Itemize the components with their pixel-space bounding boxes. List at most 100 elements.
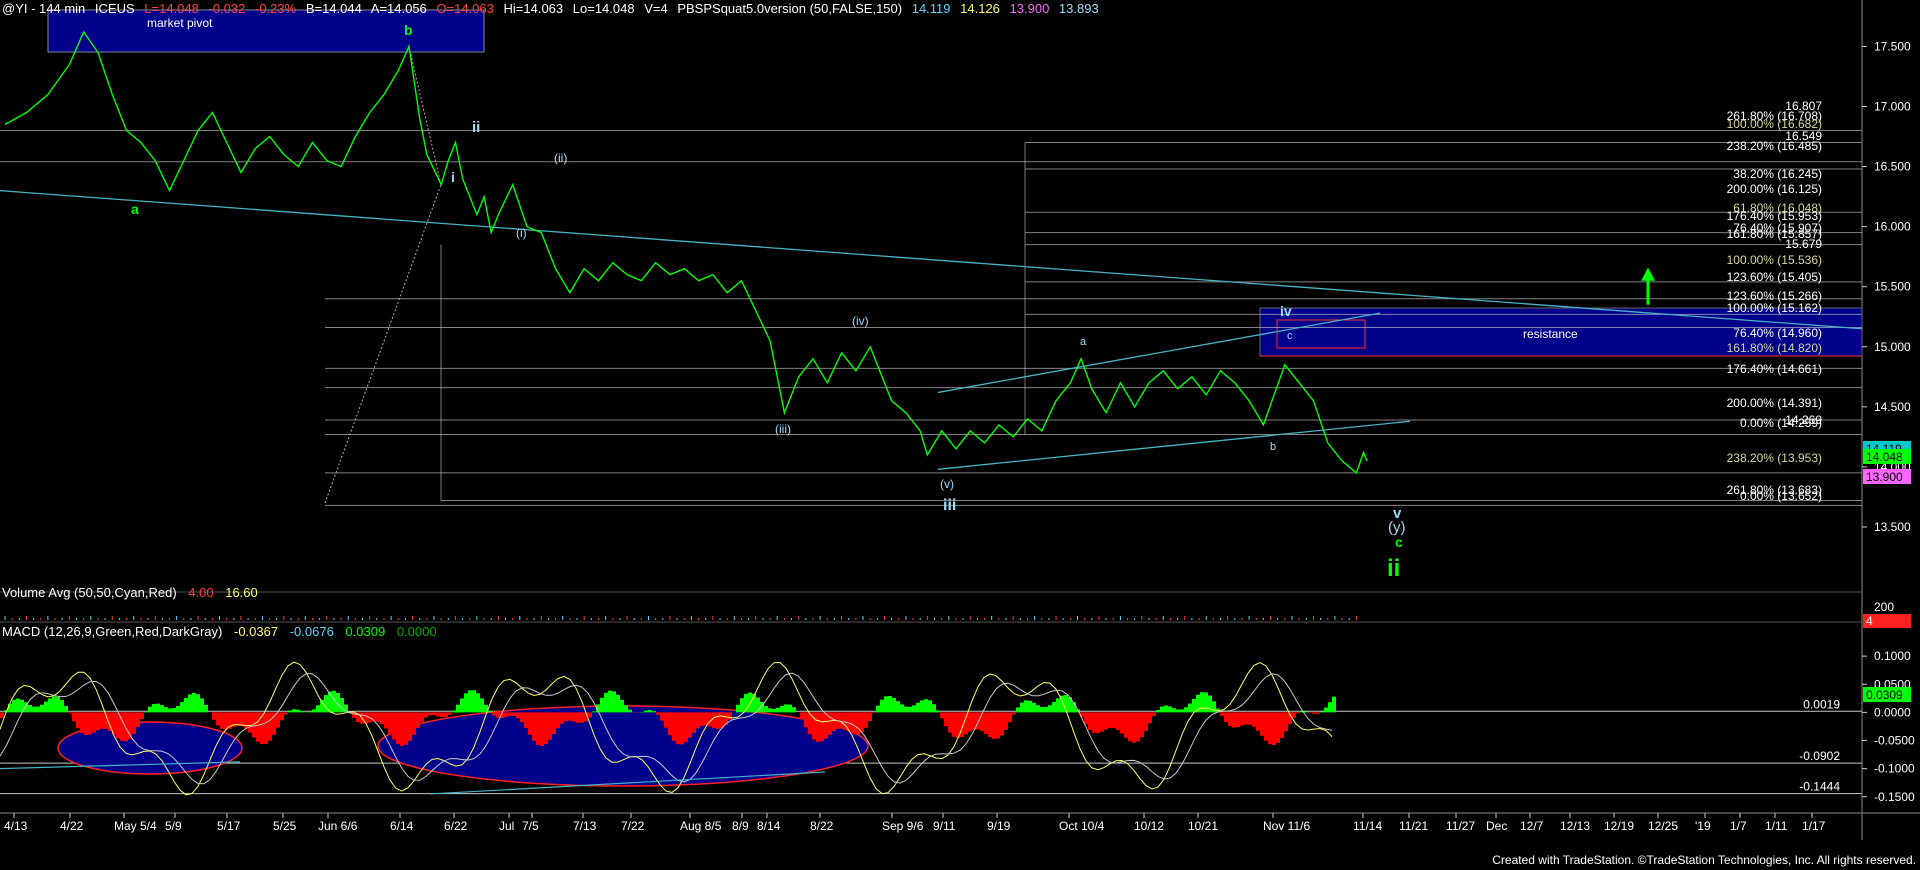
macd-histogram-bar xyxy=(992,712,996,739)
macd-histogram-bar xyxy=(984,712,988,734)
macd-tick-label: -0.0500 xyxy=(1874,734,1915,748)
macd-histogram-bar xyxy=(1240,712,1244,726)
macd-histogram-bar xyxy=(76,712,80,729)
macd-histogram-bar xyxy=(1152,712,1156,716)
x-tick-label: 8/9 xyxy=(732,819,749,833)
macd-histogram-bar xyxy=(748,692,752,713)
macd-histogram-bar xyxy=(1176,709,1180,713)
macd-histogram-bar xyxy=(52,696,56,713)
macd-histogram-bar xyxy=(436,712,440,717)
macd-study-label[interactable]: MACD (12,26,9,Green,Red,DarkGray) xyxy=(2,624,222,639)
macd-histogram-bar xyxy=(1084,712,1088,725)
macd-histogram-bar xyxy=(1204,692,1208,713)
macd-histogram-bar xyxy=(944,712,948,727)
macd-histogram-bar xyxy=(1144,712,1148,731)
macd-histogram-bar xyxy=(164,707,168,713)
volume-axis-label: 200 xyxy=(1874,600,1894,614)
macd-histogram-bar xyxy=(644,710,648,713)
macd-histogram-bar xyxy=(716,712,720,729)
market-pivot-label: market pivot xyxy=(147,16,213,30)
x-tick-label: 5/25 xyxy=(273,819,297,833)
macd-histogram-bar xyxy=(1268,712,1272,745)
macd-histogram-bar xyxy=(480,698,484,713)
macd-histogram-bar xyxy=(28,704,32,713)
macd-histogram-bar xyxy=(616,694,620,713)
macd-histogram-bar xyxy=(996,712,1000,739)
macd-tag-label: 0.0309 xyxy=(1866,688,1903,702)
macd-histogram-bar xyxy=(460,698,464,713)
x-tick-label: 12/19 xyxy=(1604,819,1634,833)
volume-study-label[interactable]: Volume Avg (50,50,Cyan,Red) xyxy=(2,585,177,600)
macd-histogram-bar xyxy=(904,706,908,713)
x-tick-label: 10/12 xyxy=(1134,819,1164,833)
macd-histogram-bar xyxy=(192,692,196,713)
macd-histogram-bar xyxy=(544,712,548,745)
macd-histogram-bar xyxy=(516,712,520,719)
macd-histogram-bar xyxy=(1116,712,1120,731)
market-pivot-box xyxy=(47,9,485,53)
fib-level-label: 200.00% (14.391) xyxy=(1727,396,1822,410)
macd-histogram-bar xyxy=(580,712,584,724)
macd-histogram-bar xyxy=(80,712,84,733)
macd-histogram-bar xyxy=(464,693,468,713)
wave-label: b xyxy=(1270,441,1276,453)
macd-histogram-bar xyxy=(1260,712,1264,736)
macd-histogram-bar xyxy=(296,709,300,713)
y-tick-label: 16.500 xyxy=(1874,160,1911,174)
macd-histogram-bar xyxy=(592,711,596,713)
macd-histogram-bar xyxy=(688,712,692,738)
x-tick-label: May 5/4 xyxy=(114,819,157,833)
macd-histogram-bar xyxy=(620,699,624,713)
macd-histogram-bar xyxy=(56,696,60,713)
y-tick-label: 14.500 xyxy=(1874,400,1911,414)
macd-histogram-bar xyxy=(1312,712,1316,714)
macd-histogram-bar xyxy=(448,712,452,715)
macd-histogram-bar xyxy=(160,705,164,713)
macd-histogram-bar xyxy=(1156,710,1160,713)
x-tick-label: 1/17 xyxy=(1802,819,1826,833)
ask-value: A=14.056 xyxy=(370,1,427,16)
macd-histogram-bar xyxy=(948,712,952,733)
macd-histogram-bar xyxy=(608,690,612,713)
macd-histogram-bar xyxy=(284,712,288,715)
study-label[interactable]: PBSPSquat5.0version (50,FALSE,150) xyxy=(677,1,902,16)
macd-histogram-bar xyxy=(980,712,984,732)
macd-histogram-bar xyxy=(8,703,12,713)
macd-histogram-bar xyxy=(764,705,768,713)
macd-histogram-bar xyxy=(300,711,304,713)
macd-histogram-bar xyxy=(1224,712,1228,723)
macd-histogram-bar xyxy=(664,712,668,728)
macd-histogram-bar xyxy=(428,712,432,716)
x-tick-label: Jun 6/6 xyxy=(318,819,358,833)
macd-histogram-bar xyxy=(16,698,20,713)
macd-histogram-bar xyxy=(1044,706,1048,713)
symbol-label[interactable]: @YI - 144 min xyxy=(2,1,85,16)
macd-histogram-bar xyxy=(100,712,104,729)
macd-histogram-bar xyxy=(176,705,180,713)
fib-level-label: 161.80% (14.820) xyxy=(1727,341,1822,355)
macd-histogram-bar xyxy=(96,712,100,731)
macd-histogram-bar xyxy=(1180,709,1184,713)
macd-histogram-bar xyxy=(88,712,92,735)
wave-label: c xyxy=(1287,330,1293,342)
macd-histogram-bar xyxy=(1168,706,1172,713)
volume-value: V=4 xyxy=(644,1,668,16)
y-tick-label: 16.000 xyxy=(1874,220,1911,234)
fib-level-label: 123.60% (15.405) xyxy=(1727,270,1822,284)
macd-histogram-bar xyxy=(504,712,508,718)
macd-histogram-bar xyxy=(832,712,836,732)
macd-histogram-bar xyxy=(1184,707,1188,713)
macd-value-1: -0.0367 xyxy=(233,624,279,639)
macd-histogram-bar xyxy=(804,712,808,728)
x-tick-label: 9/11 xyxy=(933,819,956,833)
macd-histogram-bar xyxy=(612,691,616,713)
macd-histogram-bar xyxy=(816,712,820,742)
macd-histogram-bar xyxy=(684,712,688,742)
macd-histogram-bar xyxy=(1032,702,1036,713)
macd-histogram-bar xyxy=(628,709,632,713)
macd-histogram-bar xyxy=(1328,702,1332,713)
fib-level-label: 238.20% (13.953) xyxy=(1727,451,1822,465)
macd-histogram-bar xyxy=(1048,705,1052,713)
macd-histogram-bar xyxy=(912,705,916,713)
macd-histogram-bar xyxy=(928,700,932,713)
